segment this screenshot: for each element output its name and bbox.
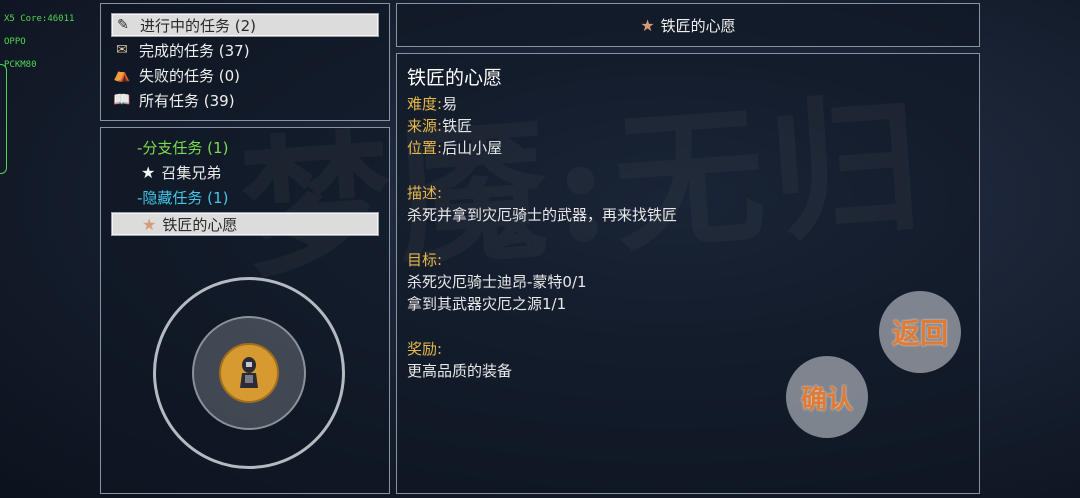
category-label: 所有任务 (39) bbox=[139, 91, 235, 110]
scroll-icon: ✉ bbox=[116, 42, 128, 58]
difficulty-label: 难度: bbox=[407, 95, 443, 113]
category-in-progress[interactable]: ✎ 进行中的任务 (2) bbox=[111, 13, 379, 37]
category-label: 进行中的任务 (2) bbox=[140, 16, 257, 35]
goal-item-2: 拿到其武器灾厄之源1/1 bbox=[407, 295, 567, 313]
category-completed[interactable]: ✉ 完成的任务 (37) bbox=[111, 38, 379, 62]
quest-item-gather-brothers[interactable]: ★ 召集兄弟 bbox=[141, 162, 221, 183]
goal-item-1: 杀死灾厄骑士迪昂-蒙特0/1 bbox=[407, 273, 587, 291]
quest-header-panel: ★ 铁匠的心愿 bbox=[396, 3, 980, 47]
goal-label: 目标: bbox=[407, 251, 443, 269]
star-icon: ★ bbox=[141, 163, 156, 182]
source-row: 来源:铁匠 bbox=[407, 115, 472, 137]
category-label: 失败的任务 (0) bbox=[139, 66, 241, 85]
debug-model-text: PCKM80 bbox=[4, 60, 37, 70]
detail-title: 铁匠的心愿 bbox=[407, 67, 503, 89]
back-button[interactable]: 返回 bbox=[879, 291, 961, 373]
scroll-ticket-icon: ✎ bbox=[117, 17, 129, 33]
location-label: 位置: bbox=[407, 139, 443, 157]
location-value: 后山小屋 bbox=[442, 139, 503, 157]
source-value: 铁匠 bbox=[442, 117, 473, 135]
debug-core-text: X5 Core:46011 bbox=[4, 14, 75, 24]
quest-item-label: 铁匠的心愿 bbox=[162, 215, 238, 234]
tent-icon: ⛺ bbox=[113, 67, 131, 83]
description-label: 描述: bbox=[407, 184, 443, 202]
source-label: 来源: bbox=[407, 117, 443, 135]
reward-label: 奖励: bbox=[407, 340, 443, 358]
location-row: 位置:后山小屋 bbox=[407, 137, 502, 159]
header-title: ★ 铁匠的心愿 bbox=[397, 4, 979, 46]
description-text: 杀死并拿到灾厄骑士的武器，再来找铁匠 bbox=[407, 206, 678, 224]
branch-quest-header[interactable]: -分支任务 (1) bbox=[137, 137, 228, 158]
difficulty-value: 易 bbox=[442, 95, 458, 113]
book-icon: 📖 bbox=[113, 92, 131, 108]
quest-item-label: 召集兄弟 bbox=[161, 164, 222, 182]
star-icon: ★ bbox=[640, 15, 655, 35]
reward-text: 更高品质的装备 bbox=[407, 362, 513, 380]
category-failed[interactable]: ⛺ 失败的任务 (0) bbox=[111, 63, 379, 87]
confirm-button[interactable]: 确认 bbox=[786, 356, 868, 438]
quest-category-panel: ✎ 进行中的任务 (2) ✉ 完成的任务 (37) ⛺ 失败的任务 (0) 📖 … bbox=[100, 3, 390, 121]
side-edge-tab[interactable] bbox=[0, 64, 7, 174]
quest-detail-panel: 铁匠的心愿 难度:易 来源:铁匠 位置:后山小屋 描述: 杀死并拿到灾厄骑士的武… bbox=[396, 53, 980, 494]
joystick-knob[interactable] bbox=[219, 343, 279, 403]
quest-item-blacksmith-wish[interactable]: ★ 铁匠的心愿 bbox=[111, 212, 379, 236]
category-all[interactable]: 📖 所有任务 (39) bbox=[111, 88, 379, 112]
category-label: 完成的任务 (37) bbox=[139, 41, 250, 60]
hidden-quest-header[interactable]: -隐藏任务 (1) bbox=[137, 187, 228, 208]
header-title-text: 铁匠的心愿 bbox=[660, 16, 736, 35]
debug-brand-text: OPPO bbox=[4, 37, 26, 47]
star-icon: ★ bbox=[142, 214, 157, 234]
character-portrait-icon bbox=[240, 357, 258, 388]
difficulty-row: 难度:易 bbox=[407, 93, 457, 115]
